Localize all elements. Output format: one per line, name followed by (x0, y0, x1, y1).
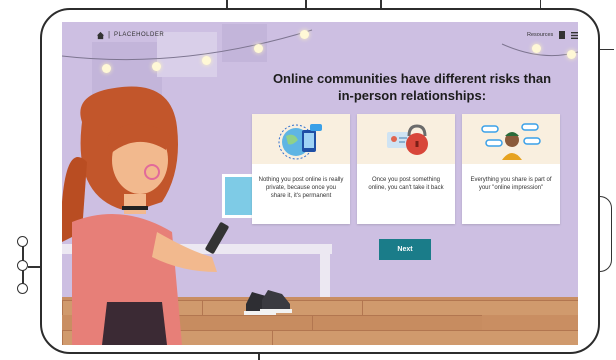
light-bulb (102, 64, 111, 73)
resources-icon[interactable] (559, 31, 565, 39)
info-card: Once you post something online, you can'… (357, 114, 455, 224)
girl-illustration (62, 86, 229, 345)
globe-phone-icon (278, 124, 322, 160)
info-card: Everything you share is part of your "on… (462, 114, 560, 224)
floor-plank (312, 315, 482, 330)
page-title: Online communities have different risks … (272, 71, 552, 103)
card-text: Everything you share is part of your "on… (470, 177, 552, 191)
light-bulb (152, 62, 161, 71)
lesson-screen: | PLACEHOLDER Resources Online communiti… (62, 22, 578, 345)
callout-node (17, 260, 28, 271)
breadcrumb[interactable]: PLACEHOLDER (114, 32, 164, 38)
top-bar: | PLACEHOLDER Resources (62, 22, 578, 48)
home-icon[interactable] (96, 31, 105, 40)
lock-profile-icon (387, 124, 428, 155)
callout-node (17, 283, 28, 294)
floor-plank (272, 330, 578, 345)
floor-plank (362, 300, 578, 315)
info-card: Nothing you post online is really privat… (252, 114, 350, 224)
callout-node (17, 236, 28, 247)
card-text: Once you post something online, you can'… (368, 177, 444, 191)
person-chat-icon (481, 123, 541, 160)
desk-leg (320, 244, 330, 300)
next-button[interactable]: Next (379, 239, 431, 260)
light-bulb (202, 56, 211, 65)
resources-link[interactable]: Resources (527, 32, 553, 38)
card-text: Nothing you post online is really privat… (258, 177, 344, 199)
menu-icon[interactable] (571, 32, 578, 39)
breadcrumb-separator: | (108, 30, 111, 39)
light-bulb (567, 50, 576, 59)
